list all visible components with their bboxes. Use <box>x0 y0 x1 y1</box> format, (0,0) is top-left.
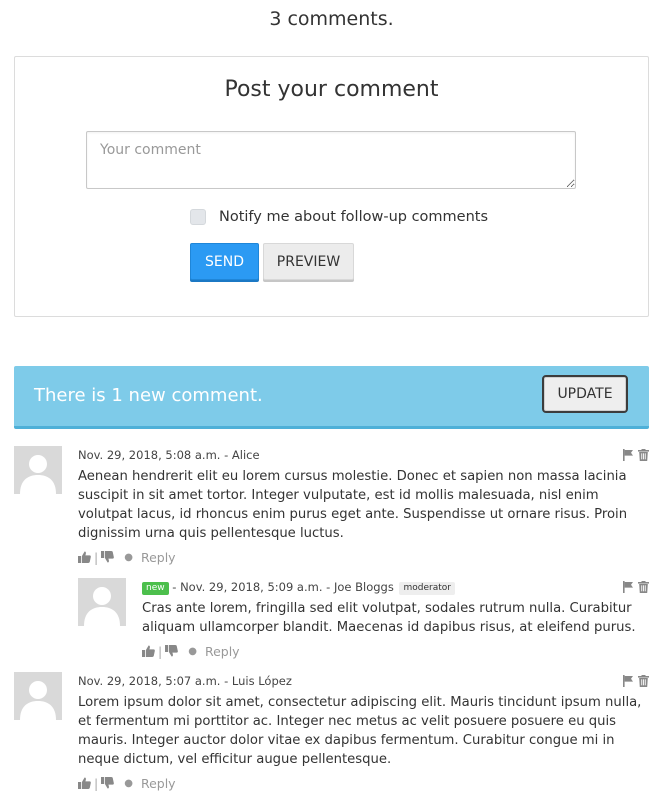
reply-link[interactable]: Reply <box>141 550 176 565</box>
form-title: Post your comment <box>224 77 439 102</box>
comment-meta: Nov. 29, 2018, 5:07 a.m. - Luis López <box>78 674 292 688</box>
trash-icon[interactable] <box>638 449 649 461</box>
thumbs-up-icon[interactable] <box>142 645 155 657</box>
flag-icon[interactable] <box>622 449 634 461</box>
avatar <box>14 672 62 720</box>
comment-meta: Nov. 29, 2018, 5:08 a.m. - Alice <box>78 448 260 462</box>
thumbs-down-icon[interactable] <box>165 645 179 657</box>
bullet-separator: ● <box>124 551 133 563</box>
trash-icon[interactable] <box>638 581 649 593</box>
comment-count: 3 comments. <box>269 8 394 30</box>
flag-icon[interactable] <box>622 581 634 593</box>
vote-separator: | <box>94 775 99 791</box>
comment: Nov. 29, 2018, 5:07 a.m. - Luis López Lo… <box>14 672 649 792</box>
reply-link[interactable]: Reply <box>141 776 176 791</box>
thumbs-down-icon[interactable] <box>101 551 115 563</box>
avatar <box>14 446 62 494</box>
vote-separator: | <box>158 643 163 659</box>
bullet-separator: ● <box>124 777 133 789</box>
comment-meta: new - Nov. 29, 2018, 5:09 a.m. - Joe Blo… <box>142 578 649 596</box>
comment: Nov. 29, 2018, 5:08 a.m. - Alice Aenean … <box>14 446 649 566</box>
moderator-badge: moderator <box>399 582 455 595</box>
update-button[interactable]: UPDATE <box>542 375 628 413</box>
comment-text: Lorem ipsum dolor sit amet, consectetur … <box>78 695 642 767</box>
comment-text: Aenean hendrerit elit eu lorem cursus mo… <box>78 469 628 541</box>
avatar <box>78 578 126 626</box>
reply-link[interactable]: Reply <box>205 644 240 659</box>
thumbs-up-icon[interactable] <box>78 551 91 563</box>
bullet-separator: ● <box>188 645 197 657</box>
notify-checkbox[interactable] <box>190 209 206 225</box>
new-badge: new <box>142 582 169 595</box>
thumbs-up-icon[interactable] <box>78 777 91 789</box>
post-comment-form: Post your comment Notify me about follow… <box>14 56 649 317</box>
notify-label[interactable]: Notify me about follow-up comments <box>219 209 488 225</box>
vote-separator: | <box>94 549 99 565</box>
notify-option[interactable]: Notify me about follow-up comments <box>190 207 488 227</box>
flag-icon[interactable] <box>622 675 634 687</box>
comment-text: Cras ante lorem, fringilla sed elit volu… <box>142 601 636 635</box>
new-comments-banner: There is 1 new comment. UPDATE <box>14 366 649 429</box>
trash-icon[interactable] <box>638 675 649 687</box>
thumbs-down-icon[interactable] <box>101 777 115 789</box>
banner-text: There is 1 new comment. <box>34 385 263 406</box>
comment-input[interactable] <box>86 131 576 189</box>
send-button[interactable]: SEND <box>190 243 259 280</box>
comment-meta-text: - Nov. 29, 2018, 5:09 a.m. - Joe Bloggs <box>172 580 394 594</box>
comment-reply: new - Nov. 29, 2018, 5:09 a.m. - Joe Blo… <box>78 578 649 659</box>
preview-button[interactable]: PREVIEW <box>263 243 354 280</box>
